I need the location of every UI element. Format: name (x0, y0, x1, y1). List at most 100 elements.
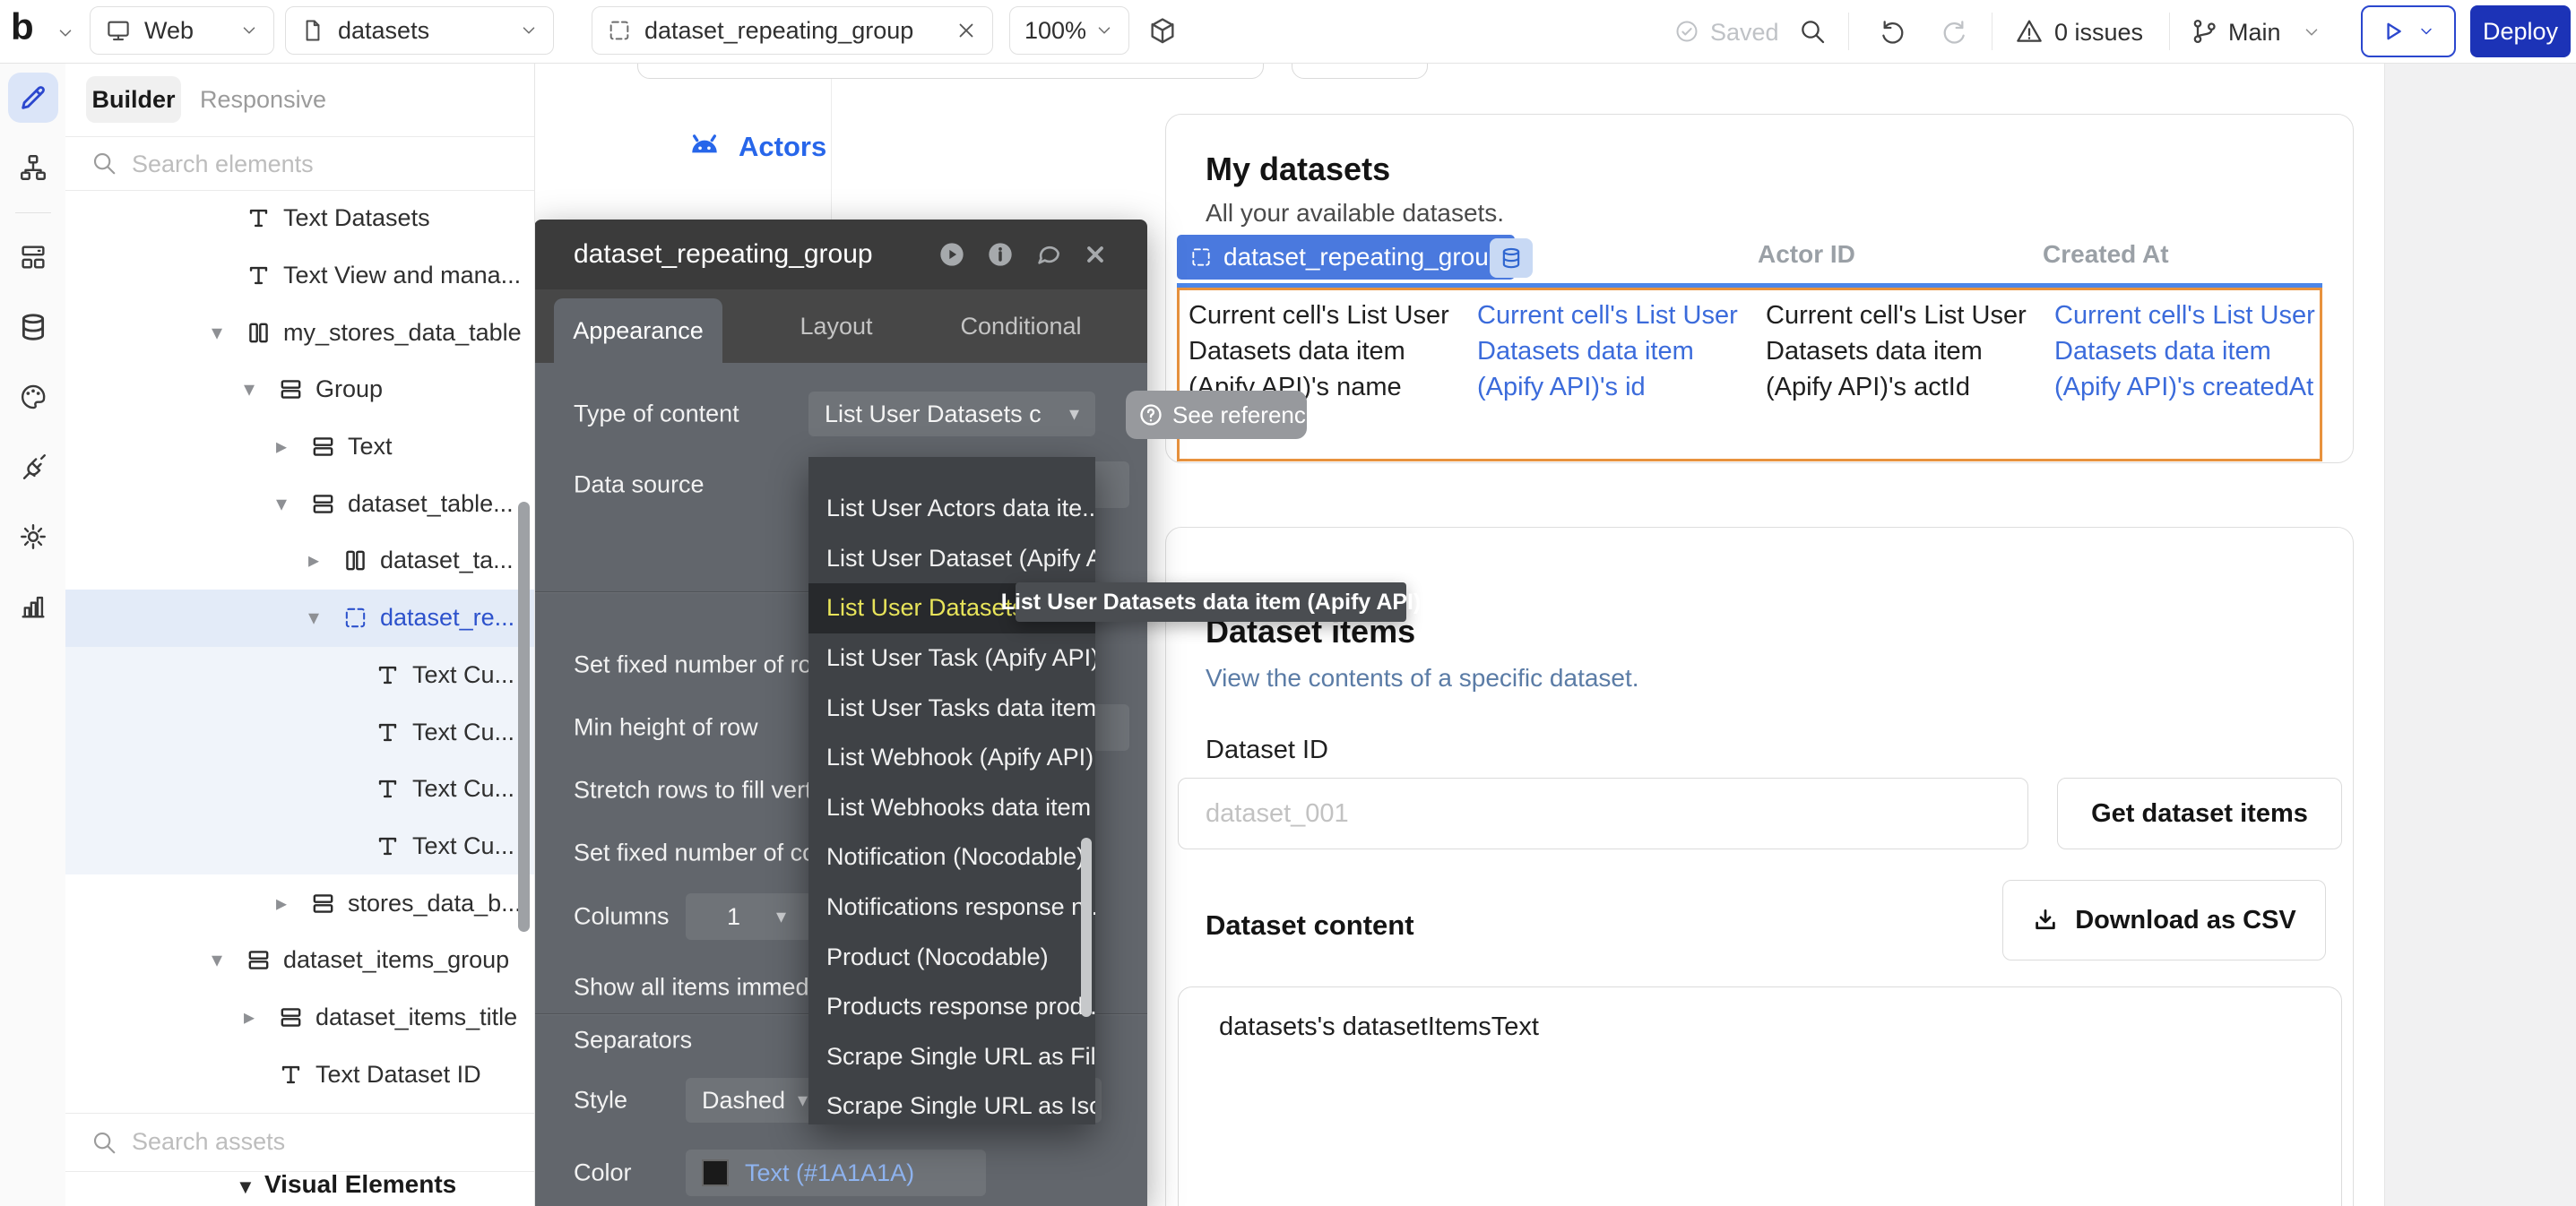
tree-expand-arrow[interactable]: ▾ (212, 320, 246, 346)
option-notifications-response[interactable]: Notifications response n... (808, 883, 1095, 933)
tree-item-text-datasets[interactable]: Text Datasets (65, 190, 534, 247)
tree-item-dataset-table[interactable]: ▾ dataset_table... (65, 475, 534, 532)
rail-divider[interactable] (0, 202, 65, 222)
get-dataset-items-button[interactable]: Get dataset items (2057, 778, 2342, 849)
tree-item-text-cu-4[interactable]: Text Cu... (65, 818, 534, 875)
comment-icon[interactable] (1034, 240, 1063, 269)
dataset-items-subtitle: View the contents of a specific dataset. (1206, 664, 1639, 693)
tree-item-stores-data-b[interactable]: ▸ stores_data_b... (65, 874, 534, 932)
tree-scrollbar[interactable] (518, 502, 530, 932)
info-icon[interactable] (986, 240, 1015, 269)
dataset-content-box[interactable]: datasets's datasetItemsText (1178, 986, 2342, 1206)
chevron-down-icon[interactable] (2302, 22, 2321, 42)
dataset-id-input[interactable] (1179, 779, 2027, 849)
tree-item-dataset-items-in[interactable]: ▸ dataset_items_in... (65, 1103, 534, 1113)
option-list-user-dataset[interactable]: List User Dataset (Apify A... (808, 534, 1095, 584)
tab-layout[interactable]: Layout (787, 289, 886, 363)
close-icon[interactable] (1083, 242, 1108, 267)
search-elements-input[interactable] (130, 142, 510, 186)
tree-item-text-view[interactable]: Text View and mana... (65, 247, 534, 305)
option-scrape-url-file[interactable]: Scrape Single URL as File ... (808, 1032, 1095, 1082)
type-of-content-select[interactable]: List User Datasets c▾ (808, 392, 1095, 436)
tree-item-text-dataset-id[interactable]: Text Dataset ID (65, 1046, 534, 1103)
tree-expand-arrow[interactable]: ▾ (244, 376, 278, 402)
separator-style-select[interactable]: Dashed▾ (686, 1078, 824, 1123)
visual-elements-section[interactable]: ▼ Visual Elements (65, 1170, 534, 1206)
tree-item-icon (342, 605, 368, 631)
search-icon[interactable] (1798, 17, 1827, 46)
tree-item-text[interactable]: ▸ Text (65, 418, 534, 476)
pencil-icon[interactable] (0, 63, 65, 133)
dropdown-scrollbar[interactable] (1081, 838, 1092, 1017)
close-icon[interactable] (955, 19, 978, 42)
selected-element-chip[interactable]: dataset_repeating_group (1177, 235, 1515, 280)
page-icon (300, 18, 325, 43)
option-list-user-actors[interactable]: List User Actors data ite... (808, 484, 1095, 534)
tab-builder[interactable]: Builder (86, 76, 181, 123)
tree-item-dataset-ta[interactable]: ▸ dataset_ta... (65, 532, 534, 590)
option-products-response[interactable]: Products response prod... (808, 982, 1095, 1032)
tree-item-dataset-items-title[interactable]: ▸ dataset_items_title (65, 989, 534, 1047)
app-logo[interactable]: b (11, 5, 34, 48)
platform-select[interactable]: Web (90, 6, 274, 55)
tree-expand-arrow[interactable]: ▸ (276, 434, 310, 460)
tree-expand-arrow[interactable]: ▸ (244, 1004, 278, 1030)
tab-responsive[interactable]: Responsive (200, 63, 326, 136)
monitor-icon (105, 17, 132, 44)
download-csv-button[interactable]: Download as CSV (2002, 880, 2326, 960)
tree-item-dataset-items-group[interactable]: ▾ dataset_items_group (65, 932, 534, 989)
option-list-webhooks-item[interactable]: List Webhooks data item ... (808, 783, 1095, 833)
option-product[interactable]: Product (Nocodable) (808, 932, 1095, 982)
tree-item-group[interactable]: ▾ Group (65, 361, 534, 418)
preview-button[interactable] (2361, 5, 2456, 57)
zoom-select[interactable]: 100% (1009, 6, 1129, 55)
cell-createdat[interactable]: Current cell's List User Datasets data i… (2054, 297, 2343, 405)
option-list-webhook[interactable]: List Webhook (Apify API) (808, 733, 1095, 783)
see-reference-tooltip[interactable]: See reference (1126, 391, 1307, 439)
cell-name[interactable]: Current cell's List User Datasets data i… (1189, 297, 1477, 405)
tree-expand-arrow[interactable]: ▾ (276, 491, 310, 517)
search-assets-input[interactable] (130, 1119, 510, 1164)
tree-item-my-stores-data-table[interactable]: ▾ my_stores_data_table (65, 304, 534, 361)
option-list-user-task[interactable]: List User Task (Apify API) (808, 633, 1095, 684)
section-collapse-arrow[interactable]: ▼ (236, 1176, 255, 1199)
cell-actid[interactable]: Current cell's List User Datasets data i… (1766, 297, 2054, 405)
issues-count[interactable]: 0 issues (2054, 19, 2143, 47)
option-notification[interactable]: Notification (Nocodable) (808, 832, 1095, 883)
panel-tabs: Builder Responsive (65, 63, 534, 137)
components-icon[interactable] (0, 222, 65, 292)
logs-icon[interactable] (0, 572, 65, 642)
separator-color-picker[interactable]: Text (#1A1A1A) (686, 1150, 986, 1196)
component-cube-icon[interactable] (1147, 16, 1178, 47)
saved-status: Saved (1710, 19, 1779, 47)
database-icon[interactable] (0, 292, 65, 362)
palette-icon[interactable] (0, 362, 65, 432)
tree-item-text-cu-2[interactable]: Text Cu... (65, 703, 534, 761)
branch-name[interactable]: Main (2228, 19, 2281, 47)
cell-id[interactable]: Current cell's List User Datasets data i… (1477, 297, 1766, 405)
element-tab[interactable]: dataset_repeating_group (592, 6, 993, 55)
option-scrape-url-iso[interactable]: Scrape Single URL as Iso... (808, 1081, 1095, 1124)
tree-item-text-cu-1[interactable]: Text Cu... (65, 647, 534, 704)
tree-expand-arrow[interactable]: ▾ (308, 605, 342, 631)
inspector-header[interactable]: dataset_repeating_group (534, 220, 1147, 289)
tree-item-dataset-repeating-group[interactable]: ▾ dataset_re... (65, 590, 534, 647)
tree-expand-arrow[interactable]: ▸ (276, 891, 310, 917)
redo-icon[interactable] (1940, 17, 1968, 46)
sitemap-icon[interactable] (0, 133, 65, 202)
tree-item-label: Text Datasets (283, 204, 430, 232)
tree-expand-arrow[interactable]: ▾ (212, 947, 246, 973)
tree-item-text-cu-3[interactable]: Text Cu... (65, 761, 534, 818)
tab-appearance[interactable]: Appearance (554, 298, 722, 363)
deploy-button[interactable]: Deploy (2470, 5, 2571, 57)
logo-chevron-icon[interactable] (56, 23, 75, 43)
undo-icon[interactable] (1879, 17, 1907, 46)
plugin-icon[interactable] (0, 432, 65, 502)
tree-expand-arrow[interactable]: ▸ (308, 547, 342, 573)
settings-icon[interactable] (0, 502, 65, 572)
run-element-icon[interactable] (938, 240, 966, 269)
option-list-user-tasks-item[interactable]: List User Tasks data item... (808, 683, 1095, 733)
data-source-badge[interactable] (1490, 238, 1533, 278)
tab-conditional[interactable]: Conditional (954, 289, 1088, 363)
page-select[interactable]: datasets (285, 6, 554, 55)
